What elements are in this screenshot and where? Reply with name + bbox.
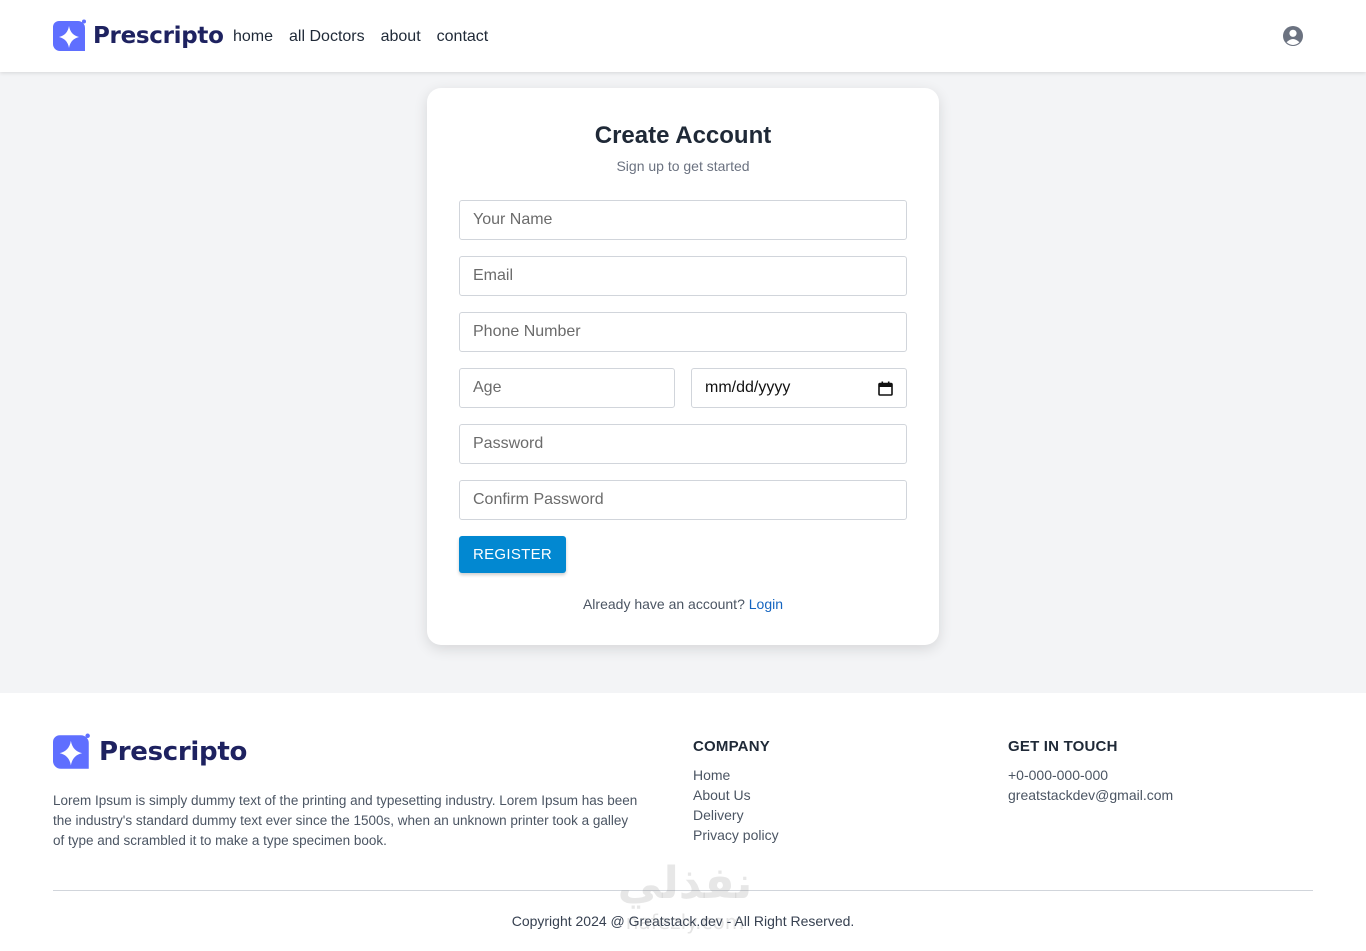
company-links: Home About Us Delivery Privacy policy [693, 765, 779, 845]
login-link[interactable]: Login [749, 596, 783, 612]
nav-all-doctors[interactable]: all Doctors [289, 28, 365, 46]
login-prompt-row: Already have an account? Login [427, 596, 939, 612]
footer-link-home[interactable]: Home [693, 765, 779, 785]
footer-description: Lorem Ipsum is simply dummy text of the … [53, 793, 638, 848]
logo-star-icon [53, 733, 90, 769]
register-button[interactable]: REGISTER [459, 536, 566, 573]
top-navbar: Prescripto home all Doctors about contac… [0, 0, 1366, 72]
nav-contact[interactable]: contact [437, 28, 489, 46]
birth-date-input[interactable]: mm/dd/yyyy [691, 368, 907, 408]
main-content: Create Account Sign up to get started mm… [0, 72, 1366, 693]
logo-star-icon [53, 19, 86, 51]
contact-email: greatstackdev@gmail.com [1008, 787, 1174, 803]
login-prompt-text: Already have an account? [582, 596, 745, 612]
birth-date-value: mm/dd/yyyy [705, 379, 791, 396]
confirm-password-input[interactable] [459, 480, 907, 520]
footer-link-delivery[interactable]: Delivery [693, 805, 779, 825]
brand-logo[interactable]: Prescripto [53, 19, 224, 53]
phone-input[interactable] [459, 312, 907, 352]
page-subtitle: Sign up to get started [616, 158, 750, 174]
main-nav: home all Doctors about contact [233, 28, 488, 46]
contact-heading: GET IN TOUCH [1008, 738, 1118, 755]
company-heading: COMPANY [693, 738, 770, 755]
user-profile-icon[interactable] [1282, 25, 1304, 47]
age-input[interactable] [459, 368, 675, 408]
copyright-text: Copyright 2024 @ Greatstack.dev - All Ri… [511, 913, 855, 929]
calendar-icon[interactable] [878, 381, 893, 396]
email-input[interactable] [459, 256, 907, 296]
footer-link-privacy[interactable]: Privacy policy [693, 825, 779, 845]
contact-phone: +0-000-000-000 [1008, 767, 1109, 783]
page-title: Create Account [594, 122, 772, 149]
contact-details: +0-000-000-000 greatstackdev@gmail.com [1008, 765, 1173, 805]
site-footer: Prescripto Lorem Ipsum is simply dummy t… [0, 693, 1366, 951]
footer-brand-name: Prescripto [99, 737, 248, 767]
password-input[interactable] [459, 424, 907, 464]
footer-divider [53, 890, 1313, 891]
nav-about[interactable]: about [381, 28, 421, 46]
nav-home[interactable]: home [233, 28, 273, 46]
brand-name: Prescripto [93, 23, 224, 49]
name-input[interactable] [459, 200, 907, 240]
register-card: Create Account Sign up to get started mm… [427, 88, 939, 645]
footer-logo[interactable]: Prescripto [53, 733, 247, 771]
footer-link-about[interactable]: About Us [693, 785, 779, 805]
